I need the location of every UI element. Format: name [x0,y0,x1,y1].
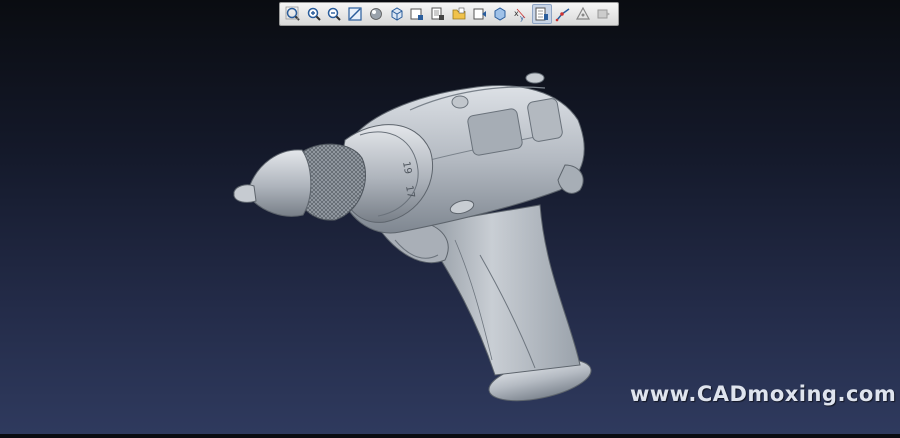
zoom-out-button[interactable] [325,4,345,24]
datum-icon [576,6,591,20]
folder-button[interactable] [449,4,469,24]
layer-button[interactable] [428,4,448,24]
section-button[interactable] [532,4,552,24]
annotation-icon: xy [514,8,526,22]
spin-button[interactable] [594,4,614,24]
zoom-area-button[interactable] [345,4,365,24]
zoom-in-icon [307,7,321,21]
measure-button[interactable] [553,4,573,24]
render-button[interactable] [470,4,490,24]
spin-icon [597,9,611,19]
zoom-out-icon [328,7,342,21]
dial-number-17: 17 [403,185,416,199]
shaded-sphere-icon [369,8,382,20]
saved-view-icon [410,8,424,20]
watermark: www.CADmoxing.com [630,382,897,406]
view-toolbar: xy [279,2,619,26]
drill-model: 19 17 [233,72,592,402]
datum-button[interactable] [574,4,594,24]
zoom-fit-button[interactable] [283,4,303,24]
saved-view-button[interactable] [408,4,428,24]
section-icon [535,7,548,21]
shaded-button[interactable] [366,4,386,24]
cube-view-icon [391,7,403,21]
cube-view-button[interactable] [387,4,407,24]
zoom-fit-icon [285,6,300,21]
zoom-in-button[interactable] [304,4,324,24]
measure-icon [555,8,570,22]
annotation-button[interactable]: xy [511,4,531,24]
folder-icon [452,7,466,20]
transparency-button[interactable] [491,4,511,24]
layer-icon [431,7,445,20]
render-icon [473,8,486,20]
3d-viewport[interactable]: 19 17 [0,0,900,434]
zoom-area-icon [348,7,362,21]
transparency-icon [494,7,506,21]
dial-number-19: 19 [400,161,413,175]
